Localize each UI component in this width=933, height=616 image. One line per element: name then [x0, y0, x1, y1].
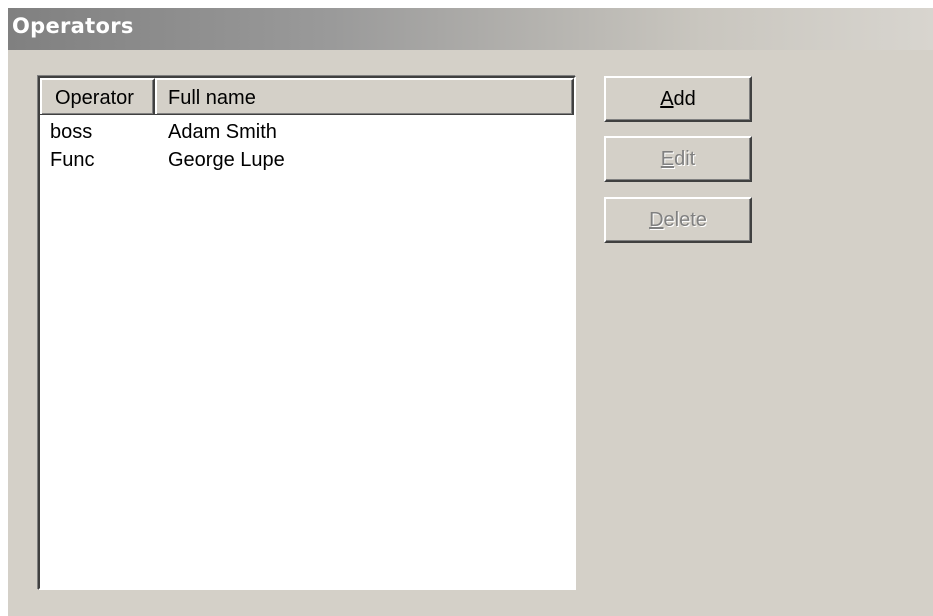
delete-button-label: elete	[663, 209, 707, 231]
operator-cell: Func	[50, 149, 95, 171]
add-button[interactable]: Add	[604, 76, 752, 122]
add-button-label: dd	[673, 88, 696, 110]
title-bar: Operators	[8, 8, 933, 50]
list-header: Operator Full name	[40, 78, 574, 115]
add-button-mnemonic: A	[660, 88, 674, 110]
full-name-cell: Adam Smith	[168, 121, 277, 143]
full-name-cell: George Lupe	[168, 149, 285, 171]
delete-button-mnemonic: D	[649, 209, 664, 231]
operators-list[interactable]: Operator Full name boss Adam Smith Func …	[38, 76, 576, 590]
edit-button[interactable]: Edit	[604, 136, 752, 182]
list-rows: boss Adam Smith Func George Lupe	[40, 118, 574, 174]
edit-button-label: dit	[674, 148, 696, 170]
column-header-full-name[interactable]: Full name	[155, 78, 574, 114]
delete-button[interactable]: Delete	[604, 197, 752, 243]
operator-cell: boss	[50, 121, 93, 143]
window-title: Operators	[12, 14, 134, 38]
list-item[interactable]: Func George Lupe	[40, 146, 574, 174]
column-header-operator[interactable]: Operator	[40, 78, 155, 114]
list-item[interactable]: boss Adam Smith	[40, 118, 574, 146]
operators-window: Operators Operator Full name boss Adam S…	[8, 8, 933, 616]
edit-button-mnemonic: E	[660, 148, 675, 170]
